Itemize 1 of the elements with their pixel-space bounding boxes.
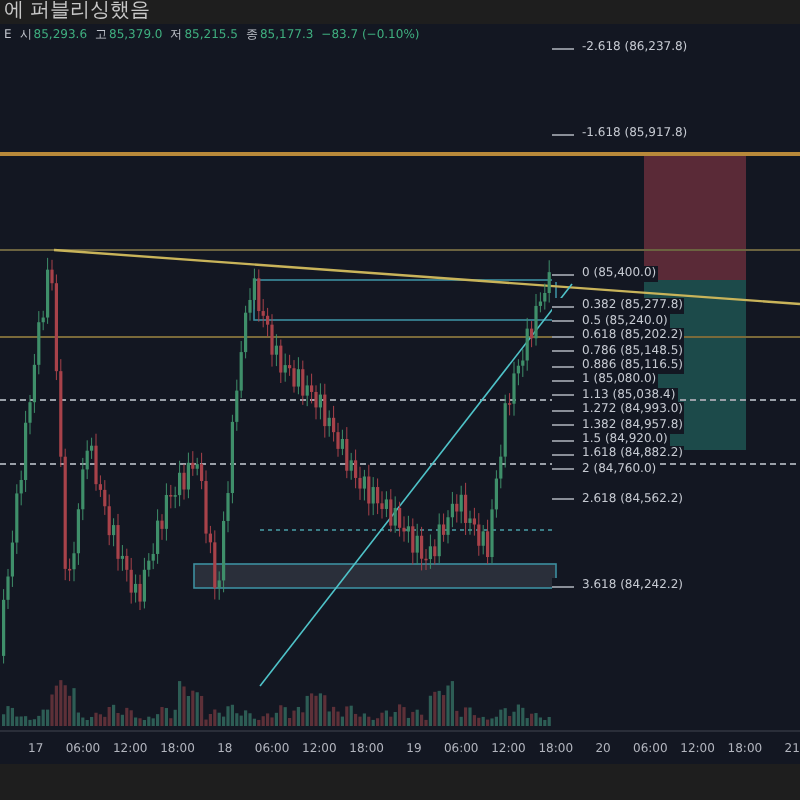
header-title: 에 퍼블리싱했음 — [4, 0, 151, 24]
